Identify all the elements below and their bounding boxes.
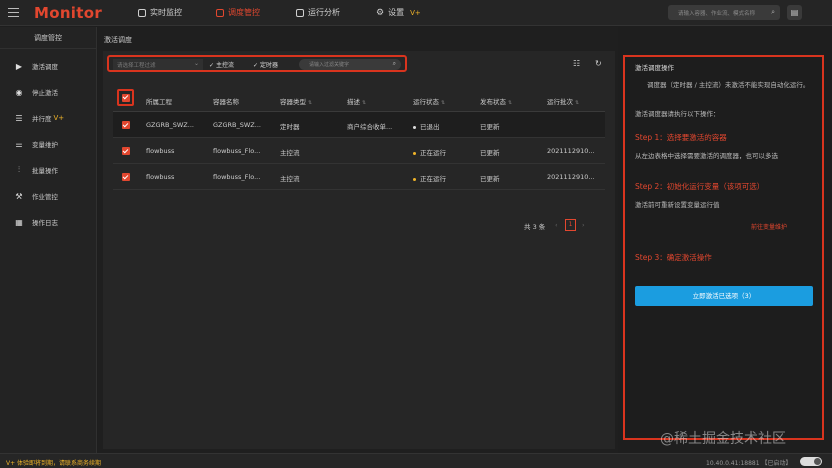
search-icon[interactable]: ⌕ [771,8,775,17]
next-page-icon[interactable]: › [582,221,585,229]
column-header[interactable]: 所属工程 [146,96,172,106]
guide-step-2: Step 2：初始化运行变量（该项可选） [635,182,765,191]
theme-toggle[interactable] [800,457,822,466]
gear-icon: ⚙ [376,7,385,18]
table-row[interactable]: GZGRB_SWZ... GZGRB_SWZ... 定时器 商户综合收单... … [113,112,605,138]
parallel-icon: ☰ [15,113,23,123]
sidebar-item-batch[interactable]: ⫶ 批量操作 [0,157,96,183]
sort-icon[interactable]: ⇅ [308,100,312,106]
column-header[interactable]: 运行批次 ⇅ [547,96,579,106]
sort-icon[interactable]: ⇅ [362,100,366,106]
refresh-icon[interactable]: ↻ [595,59,602,68]
log-icon: ▦ [15,217,23,227]
status-cell: 正在运行 [413,173,446,183]
column-header[interactable]: 发布状态 ⇅ [480,96,512,106]
guide-step-2-text: 激活前可重新设置变量运行值 [635,201,720,209]
filter-main-flow-checkbox[interactable]: ✓ 主控流 [209,60,234,69]
sidebar: 调度管控 ▶ 激活调度 ◉ 停止激活 ☰ 并行度 V+ ⚌ 变量维护 ⫶ 批量操… [0,27,97,453]
analysis-icon [296,8,304,17]
top-bar: Monitor 实时监控 调度管控 运行分析 ⚙ 设置 V+ 请输入容器、作业流… [0,0,832,26]
variable-icon: ⚌ [15,139,23,149]
sidebar-item-parallel[interactable]: ☰ 并行度 V+ [0,105,96,131]
sidebar-item-jobs[interactable]: ⚒ 作业管控 [0,183,96,209]
sort-icon[interactable]: ⇅ [441,100,445,106]
column-settings-icon[interactable]: ☷ [573,59,580,68]
sidebar-item-stop[interactable]: ◉ 停止激活 [0,79,96,105]
vplus-badge: V+ [410,8,421,17]
column-header[interactable]: 容器类型 ⇅ [280,96,312,106]
global-search-input[interactable]: 请输入容器、作业流、模式名称 ⌕ [668,5,780,20]
filter-toolbar: 请选择工程过滤 ⌄ ✓ 主控流 ✓ 定时器 请输入过滤关键字 ⌕ [107,55,407,72]
app-logo: Monitor [34,4,103,22]
trial-notice: V+ 体验即将到期，请联系商务续期 [6,460,102,467]
play-icon: ▶ [15,61,23,71]
guide-panel: 激活调度操作 调度器（定时器 / 主控流）未激活不能实现自动化运行。 激活调度器… [623,55,824,440]
check-icon: ✓ [253,62,259,69]
message-button[interactable]: ▤ [787,5,802,20]
menu-icon[interactable] [8,8,19,17]
status-bar: V+ 体验即将到期，请联系商务续期 10.40.0.41:18881 【已启动】 [0,453,832,468]
table-row[interactable]: flowbuss flowbuss_Flo... 主控流 正在运行 已更新 20… [113,164,605,190]
sidebar-item-variables[interactable]: ⚌ 变量维护 [0,131,96,157]
prev-page-icon[interactable]: ‹ [555,221,558,229]
nav-schedule-control[interactable]: 调度管控 [216,7,260,18]
sidebar-item-logs[interactable]: ▦ 操作日志 [0,209,96,235]
row-checkbox[interactable] [122,173,130,181]
status-dot [413,151,416,155]
sidebar-title: 调度管控 [0,27,96,49]
guide-title: 激活调度操作 [635,64,674,72]
guide-step-3: Step 3：确定激活操作 [635,253,712,262]
guide-step-1-text: 从左边表格中选择需要激活的调度器，也可以多选 [635,152,778,160]
batch-icon: ⫶ [18,165,20,174]
nav-realtime-monitor[interactable]: 实时监控 [138,7,182,18]
job-icon: ⚒ [15,191,23,201]
pagination-page[interactable]: 1 [565,219,576,231]
filter-timer-checkbox[interactable]: ✓ 定时器 [253,60,278,69]
project-filter-select[interactable]: 请选择工程过滤 ⌄ [113,58,203,70]
sort-icon[interactable]: ⇅ [575,100,579,106]
check-icon: ✓ [209,62,215,69]
table-header: 所属工程 容器名称 容器类型 ⇅ 描述 ⇅ 运行状态 ⇅ 发布状态 ⇅ 运行批次 ⇅ [113,84,605,112]
nav-settings[interactable]: ⚙ 设置 V+ [376,7,421,18]
chevron-down-icon: ⌄ [193,59,199,67]
guide-intro: 调度器（定时器 / 主控流）未激活不能实现自动化运行。 [647,81,810,89]
watermark: @稀土掘金技术社区 [660,431,786,447]
stop-icon: ◉ [15,87,23,97]
table-panel: 请选择工程过滤 ⌄ ✓ 主控流 ✓ 定时器 请输入过滤关键字 ⌕ ☷ ↻ 所属工… [103,51,615,449]
page-title: 激活调度 [104,36,132,44]
keyword-filter-input[interactable]: 请输入过滤关键字 ⌕ [299,58,401,70]
column-header[interactable]: 容器名称 [213,96,239,106]
schedule-icon [216,8,224,17]
status-cell: 正在运行 [413,147,446,157]
column-header[interactable]: 描述 ⇅ [347,96,366,106]
status-dot [413,125,416,129]
row-checkbox[interactable] [122,147,130,155]
guide-intro-2: 激活调度器请执行以下操作： [635,110,720,118]
pagination-total: 共 3 条 [524,223,546,231]
sort-icon[interactable]: ⇅ [508,100,512,106]
variable-maintenance-link[interactable]: 前往变量维护 [751,222,787,231]
status-dot [413,177,416,181]
sidebar-item-activate[interactable]: ▶ 激活调度 [0,53,96,79]
vplus-badge: V+ [53,114,65,122]
guide-step-1: Step 1：选择要激活的容器 [635,133,727,142]
checked-icon [121,93,130,102]
nav-run-analysis[interactable]: 运行分析 [296,7,340,18]
server-version: 10.40.0.41:18881 【已启动】 [706,460,792,467]
table-row[interactable]: flowbuss flowbuss_Flo... 主控流 正在运行 已更新 20… [113,138,605,164]
row-checkbox[interactable] [122,121,130,129]
message-icon: ▤ [790,8,799,17]
select-all-checkbox[interactable] [117,89,134,106]
status-cell: 已退出 [413,121,440,131]
monitor-icon [138,8,146,17]
activate-selected-button[interactable]: 立即激活已选项（3） [635,286,813,306]
search-icon[interactable]: ⌕ [393,60,396,68]
column-header[interactable]: 运行状态 ⇅ [413,96,445,106]
main-content: 激活调度 请选择工程过滤 ⌄ ✓ 主控流 ✓ 定时器 请输入过滤关键字 ⌕ ☷ … [98,27,618,453]
